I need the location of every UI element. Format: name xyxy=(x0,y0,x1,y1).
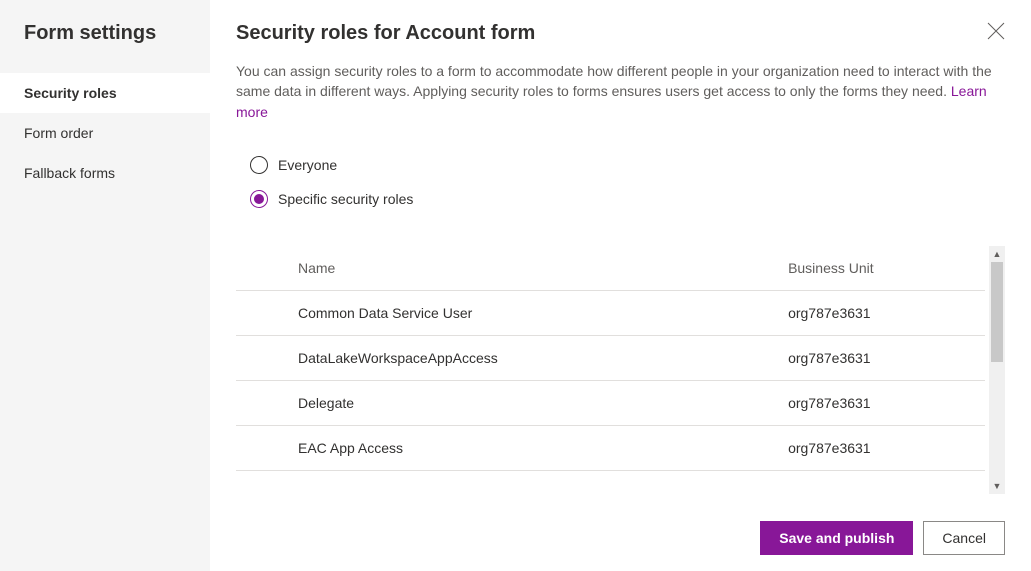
role-business-unit: org787e3631 xyxy=(780,290,985,335)
description-text: You can assign security roles to a form … xyxy=(236,63,992,99)
column-header-business-unit[interactable]: Business Unit xyxy=(780,246,985,291)
scrollbar-track[interactable] xyxy=(989,262,1005,478)
nav-item-fallback-forms[interactable]: Fallback forms xyxy=(0,153,210,193)
nav-item-security-roles[interactable]: Security roles xyxy=(0,73,210,113)
page-description: You can assign security roles to a form … xyxy=(236,61,1005,122)
sidebar: Form settings Security roles Form order … xyxy=(0,0,210,571)
scrollbar[interactable]: ▲ ▼ xyxy=(989,246,1005,494)
column-header-name[interactable]: Name xyxy=(236,246,780,291)
table-row[interactable]: Delegate org787e3631 xyxy=(236,380,985,425)
role-business-unit: org787e3631 xyxy=(780,425,985,470)
nav-item-form-order[interactable]: Form order xyxy=(0,113,210,153)
nav-item-label: Security roles xyxy=(24,85,117,101)
page-title: Security roles for Account form xyxy=(236,22,1005,45)
scroll-down-arrow-icon[interactable]: ▼ xyxy=(989,478,1005,494)
role-business-unit: org787e3631 xyxy=(780,335,985,380)
radio-icon xyxy=(250,156,268,174)
role-business-unit: org787e3631 xyxy=(780,380,985,425)
roles-table: Name Business Unit Common Data Service U… xyxy=(236,246,985,471)
table-row[interactable]: DataLakeWorkspaceAppAccess org787e3631 xyxy=(236,335,985,380)
scroll-up-arrow-icon[interactable]: ▲ xyxy=(989,246,1005,262)
role-name: EAC App Access xyxy=(236,425,780,470)
radio-label: Everyone xyxy=(278,157,337,173)
radio-dot-icon xyxy=(254,194,264,204)
main-panel: Security roles for Account form You can … xyxy=(210,0,1031,571)
sidebar-title: Form settings xyxy=(0,22,210,73)
radio-specific-security-roles[interactable]: Specific security roles xyxy=(250,190,1005,208)
radio-icon xyxy=(250,190,268,208)
nav-item-label: Fallback forms xyxy=(24,165,115,181)
cancel-button[interactable]: Cancel xyxy=(923,521,1005,555)
close-button[interactable] xyxy=(987,22,1005,40)
role-name: DataLakeWorkspaceAppAccess xyxy=(236,335,780,380)
close-icon xyxy=(987,22,1005,40)
table-row[interactable]: EAC App Access org787e3631 xyxy=(236,425,985,470)
footer-actions: Save and publish Cancel xyxy=(236,505,1005,571)
role-name: Common Data Service User xyxy=(236,290,780,335)
radio-label: Specific security roles xyxy=(278,191,413,207)
radio-group: Everyone Specific security roles xyxy=(236,156,1005,224)
roles-table-container: Name Business Unit Common Data Service U… xyxy=(236,246,1005,494)
roles-table-scroll[interactable]: Name Business Unit Common Data Service U… xyxy=(236,246,1005,494)
role-name: Delegate xyxy=(236,380,780,425)
save-and-publish-button[interactable]: Save and publish xyxy=(760,521,913,555)
radio-everyone[interactable]: Everyone xyxy=(250,156,1005,174)
scrollbar-thumb[interactable] xyxy=(991,262,1003,362)
nav-item-label: Form order xyxy=(24,125,93,141)
table-row[interactable]: Common Data Service User org787e3631 xyxy=(236,290,985,335)
